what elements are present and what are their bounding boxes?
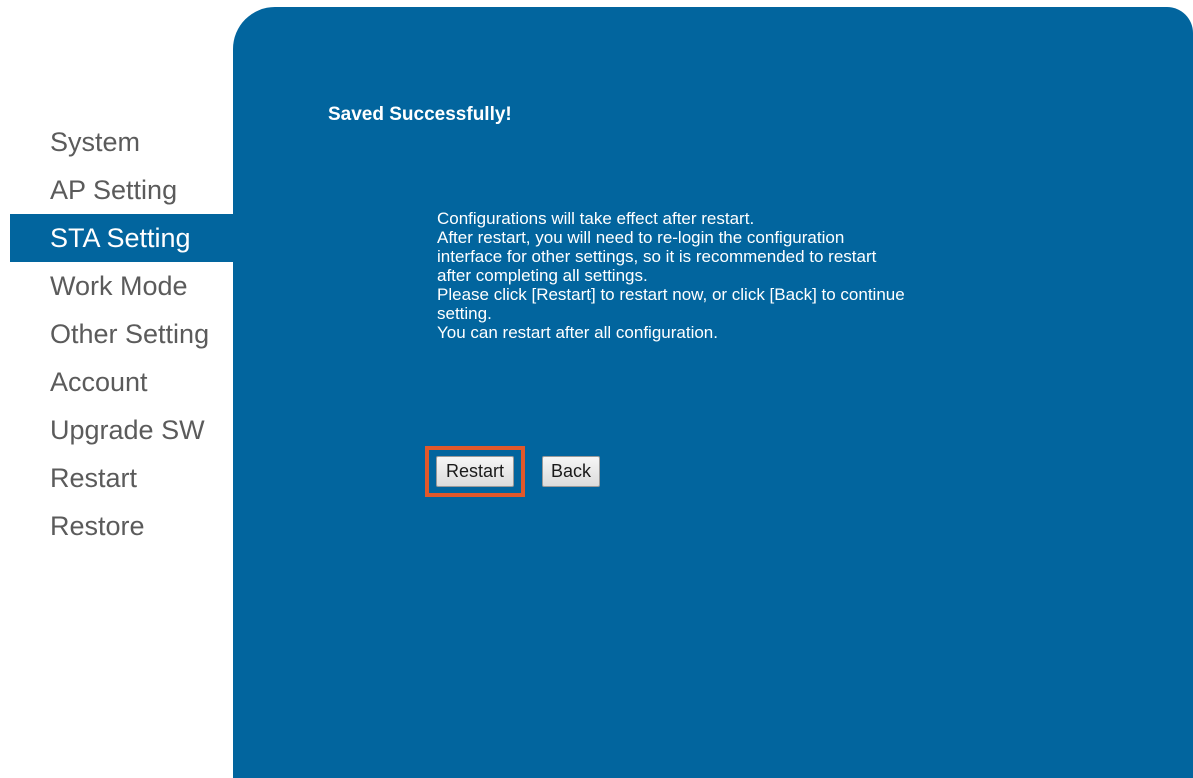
restart-highlight-box: Restart <box>425 446 526 497</box>
sidebar-item-upgrade-sw[interactable]: Upgrade SW <box>0 406 233 454</box>
sidebar-item-sta-setting[interactable]: STA Setting <box>10 214 233 262</box>
main-panel: Saved Successfully! Configurations will … <box>233 7 1193 778</box>
message-line: setting. <box>437 304 492 323</box>
message-line: interface for other settings, so it is r… <box>437 247 877 266</box>
sidebar-item-account[interactable]: Account <box>0 358 233 406</box>
message-line: After restart, you will need to re-login… <box>437 228 845 247</box>
sidebar-item-other-setting[interactable]: Other Setting <box>0 310 233 358</box>
sidebar-item-work-mode[interactable]: Work Mode <box>0 262 233 310</box>
page-title: Saved Successfully! <box>328 104 512 125</box>
message-line: Configurations will take effect after re… <box>437 209 755 228</box>
sidebar-item-restart[interactable]: Restart <box>0 454 233 502</box>
sidebar-item-restore[interactable]: Restore <box>0 502 233 550</box>
message-line: after completing all settings. <box>437 266 648 285</box>
restart-button[interactable]: Restart <box>436 456 515 487</box>
message-line: Please click [Restart] to restart now, o… <box>437 285 905 304</box>
sidebar-item-system[interactable]: System <box>0 118 233 166</box>
message-line: You can restart after all configuration. <box>437 323 718 342</box>
back-button[interactable]: Back <box>542 456 601 487</box>
sidebar-item-ap-setting[interactable]: AP Setting <box>0 166 233 214</box>
sidebar-nav: System AP Setting STA Setting Work Mode … <box>0 118 233 550</box>
action-buttons: Restart Back <box>425 446 601 497</box>
restart-message: Configurations will take effect after re… <box>437 209 1037 342</box>
